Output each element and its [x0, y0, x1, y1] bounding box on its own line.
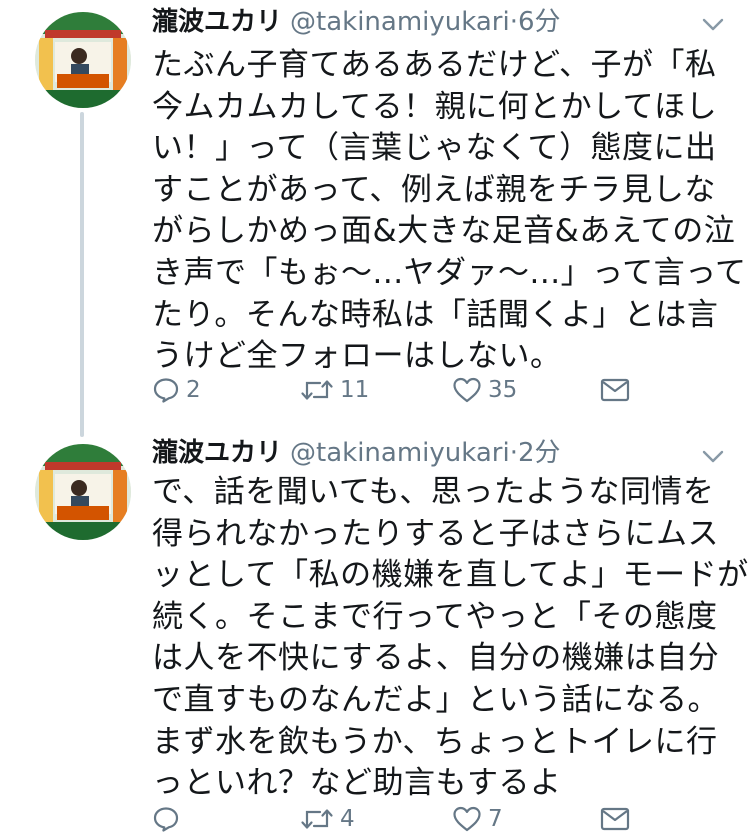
separator: · [509, 438, 518, 468]
separator: · [509, 7, 518, 37]
retweet-icon [300, 376, 334, 404]
retweet-icon [300, 805, 334, 833]
retweet-count: 11 [340, 377, 370, 403]
like-button[interactable]: 35 [452, 370, 517, 410]
direct-message-icon [600, 377, 630, 403]
like-icon [452, 376, 482, 404]
chevron-down-icon[interactable] [700, 444, 726, 470]
tweet-text: で、話を聞いても、思ったような同情を 得られなかったりすると子はさらにムス ッと… [152, 474, 749, 802]
author-handle[interactable]: @takinamiyukari [290, 438, 510, 468]
like-count: 35 [488, 377, 518, 403]
like-count: 7 [488, 806, 503, 832]
direct-message-icon [600, 806, 630, 832]
tweet-actions: 2 11 35 [152, 370, 652, 410]
author-name[interactable]: 瀧波ユカリ [152, 438, 282, 468]
author-name[interactable]: 瀧波ユカリ [152, 7, 282, 37]
reply-icon [152, 376, 180, 404]
tweet-text: たぶん子育てあるあるだけど、子が「私 今ムカムカしてる！親に何とかしてほし い！… [152, 47, 747, 375]
retweet-button[interactable]: 4 [300, 799, 355, 839]
reply-icon [152, 805, 180, 833]
reply-count: 2 [186, 377, 201, 403]
reply-button[interactable] [152, 799, 186, 839]
tweet-header: 瀧波ユカリ @takinamiyukari·2分 [152, 435, 561, 471]
like-icon [452, 805, 482, 833]
chevron-down-icon[interactable] [700, 12, 726, 38]
author-handle[interactable]: @takinamiyukari [290, 7, 510, 37]
like-button[interactable]: 7 [452, 799, 503, 839]
tweet-header: 瀧波ユカリ @takinamiyukari·6分 [152, 4, 561, 40]
reply-button[interactable]: 2 [152, 370, 201, 410]
direct-message-button[interactable] [600, 799, 630, 839]
timestamp[interactable]: 2分 [518, 438, 561, 468]
retweet-count: 4 [340, 806, 355, 832]
timestamp[interactable]: 6分 [518, 7, 561, 37]
tweet-actions: 4 7 [152, 799, 652, 839]
retweet-button[interactable]: 11 [300, 370, 369, 410]
avatar[interactable] [35, 444, 131, 540]
direct-message-button[interactable] [600, 370, 630, 410]
avatar[interactable] [35, 12, 131, 108]
thread-connector-line [80, 112, 84, 437]
